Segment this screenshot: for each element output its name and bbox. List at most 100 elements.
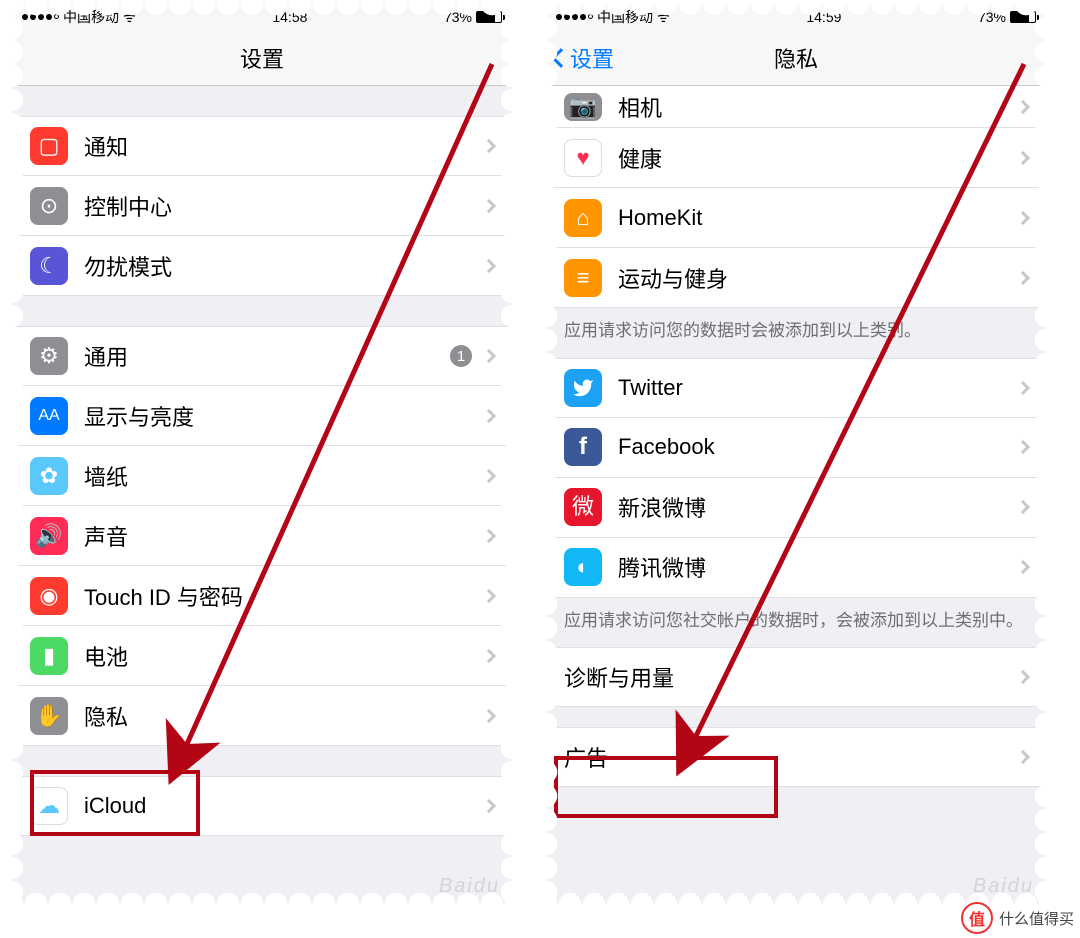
chevron-right-icon bbox=[1016, 270, 1030, 284]
chevron-right-icon bbox=[1016, 210, 1030, 224]
clock-label: 14:59 bbox=[806, 9, 841, 25]
chevron-right-icon bbox=[1016, 670, 1030, 684]
row-diagnostics[interactable]: 诊断与用量 bbox=[546, 647, 1046, 707]
row-label: 控制中心 bbox=[84, 190, 484, 222]
row-label: 墙纸 bbox=[84, 460, 484, 492]
signal-dots-icon bbox=[22, 14, 59, 20]
row-label: 广告 bbox=[564, 741, 1018, 773]
row-camera[interactable]: 📷 相机 bbox=[546, 86, 1046, 128]
wifi-icon: ᯤ bbox=[123, 8, 136, 27]
icloud-icon: ☁ bbox=[30, 787, 68, 825]
row-label: 电池 bbox=[84, 640, 484, 672]
general-icon: ⚙ bbox=[30, 337, 68, 375]
row-general[interactable]: ⚙ 通用 1 bbox=[12, 326, 512, 386]
row-battery[interactable]: ▮ 电池 bbox=[12, 626, 512, 686]
row-sound[interactable]: 🔊 声音 bbox=[12, 506, 512, 566]
homekit-icon: ⌂ bbox=[564, 199, 602, 237]
page-title: 设置 bbox=[240, 42, 284, 74]
chevron-right-icon bbox=[1016, 440, 1030, 454]
privacy-list: 📷 相机 ♥ 健康 ⌂ HomeKit ≡ 运动与健身 应用请求访问您的数据时会… bbox=[546, 86, 1046, 787]
section-footer: 应用请求访问您社交帐户的数据时，会被添加到以上类别中。 bbox=[546, 598, 1046, 648]
weibo-icon: 微 bbox=[564, 488, 602, 526]
row-label: HomeKit bbox=[618, 205, 1018, 231]
wallpaper-icon: ✿ bbox=[30, 457, 68, 495]
clock-label: 14:58 bbox=[272, 9, 307, 25]
row-weibo[interactable]: 微 新浪微博 bbox=[546, 478, 1046, 538]
row-label: 声音 bbox=[84, 520, 484, 552]
row-dnd[interactable]: ☾ 勿扰模式 bbox=[12, 236, 512, 296]
chevron-right-icon bbox=[482, 708, 496, 722]
row-label: Facebook bbox=[618, 434, 1018, 460]
sound-icon: 🔊 bbox=[30, 517, 68, 555]
row-notifications[interactable]: ▢ 通知 bbox=[12, 116, 512, 176]
nav-back-label: 设置 bbox=[570, 42, 614, 74]
smzdm-text: 什么值得买 bbox=[999, 908, 1074, 929]
row-ads[interactable]: 广告 bbox=[546, 727, 1046, 787]
facebook-icon: f bbox=[564, 428, 602, 466]
smzdm-logo-icon: 值 bbox=[961, 902, 993, 934]
row-facebook[interactable]: f Facebook bbox=[546, 418, 1046, 478]
motion-icon: ≡ bbox=[564, 259, 602, 297]
chevron-right-icon bbox=[482, 648, 496, 662]
row-touchid[interactable]: ◉ Touch ID 与密码 bbox=[12, 566, 512, 626]
row-label: 腾讯微博 bbox=[618, 551, 1018, 583]
chevron-right-icon bbox=[482, 528, 496, 542]
baidu-watermark: Baidu bbox=[973, 875, 1034, 898]
row-label: 运动与健身 bbox=[618, 262, 1018, 294]
privacy-screen: 中国移动 ᯤ 14:59 73% 设置 隐私 📷 相机 ♥ bbox=[546, 4, 1046, 904]
battery-row-icon: ▮ bbox=[30, 637, 68, 675]
carrier-label: 中国移动 bbox=[597, 7, 653, 27]
camera-icon: 📷 bbox=[564, 93, 602, 121]
row-label: Twitter bbox=[618, 375, 1018, 401]
row-privacy[interactable]: ✋ 隐私 bbox=[12, 686, 512, 746]
touchid-icon: ◉ bbox=[30, 577, 68, 615]
nav-bar: 设置 bbox=[12, 30, 512, 86]
nav-bar: 设置 隐私 bbox=[546, 30, 1046, 86]
row-label: Touch ID 与密码 bbox=[84, 580, 484, 612]
row-health[interactable]: ♥ 健康 bbox=[546, 128, 1046, 188]
twitter-icon bbox=[564, 369, 602, 407]
row-homekit[interactable]: ⌂ HomeKit bbox=[546, 188, 1046, 248]
row-tencent-weibo[interactable]: ◐ 腾讯微博 bbox=[546, 538, 1046, 598]
row-label: iCloud bbox=[84, 793, 484, 819]
chevron-right-icon bbox=[1016, 500, 1030, 514]
row-wallpaper[interactable]: ✿ 墙纸 bbox=[12, 446, 512, 506]
battery-percent: 73% bbox=[978, 9, 1006, 25]
settings-list: ▢ 通知 ⊙ 控制中心 ☾ 勿扰模式 ⚙ 通用 1 A bbox=[12, 86, 512, 836]
row-label: 勿扰模式 bbox=[84, 250, 484, 282]
chevron-right-icon bbox=[482, 349, 496, 363]
row-motion[interactable]: ≡ 运动与健身 bbox=[546, 248, 1046, 308]
row-control-center[interactable]: ⊙ 控制中心 bbox=[12, 176, 512, 236]
chevron-right-icon bbox=[482, 198, 496, 212]
row-label: 相机 bbox=[618, 91, 1018, 123]
settings-screen: 中国移动 ᯤ 14:58 73% 设置 ▢ 通知 ⊙ 控制中心 bbox=[12, 4, 512, 904]
chevron-right-icon bbox=[482, 139, 496, 153]
health-icon: ♥ bbox=[564, 139, 602, 177]
display-icon: AA bbox=[30, 397, 68, 435]
row-label: 隐私 bbox=[84, 700, 484, 732]
tencent-weibo-icon: ◐ bbox=[564, 548, 602, 586]
chevron-left-icon bbox=[551, 48, 571, 68]
row-icloud[interactable]: ☁ iCloud bbox=[12, 776, 512, 836]
battery-icon bbox=[1010, 11, 1036, 23]
smzdm-watermark: 值 什么值得买 bbox=[961, 902, 1074, 934]
notifications-icon: ▢ bbox=[30, 127, 68, 165]
status-bar: 中国移动 ᯤ 14:58 73% bbox=[12, 4, 512, 30]
chevron-right-icon bbox=[1016, 99, 1030, 113]
row-label: 通用 bbox=[84, 340, 450, 372]
row-twitter[interactable]: Twitter bbox=[546, 358, 1046, 418]
battery-percent: 73% bbox=[444, 9, 472, 25]
row-label: 显示与亮度 bbox=[84, 400, 484, 432]
nav-back-button[interactable]: 设置 bbox=[554, 42, 614, 74]
page-title: 隐私 bbox=[774, 42, 818, 74]
row-label: 健康 bbox=[618, 142, 1018, 174]
chevron-right-icon bbox=[1016, 380, 1030, 394]
status-bar: 中国移动 ᯤ 14:59 73% bbox=[546, 4, 1046, 30]
carrier-label: 中国移动 bbox=[63, 7, 119, 27]
row-label: 诊断与用量 bbox=[564, 661, 1018, 693]
row-display[interactable]: AA 显示与亮度 bbox=[12, 386, 512, 446]
control-center-icon: ⊙ bbox=[30, 187, 68, 225]
chevron-right-icon bbox=[1016, 150, 1030, 164]
chevron-right-icon bbox=[1016, 560, 1030, 574]
wifi-icon: ᯤ bbox=[657, 8, 670, 27]
